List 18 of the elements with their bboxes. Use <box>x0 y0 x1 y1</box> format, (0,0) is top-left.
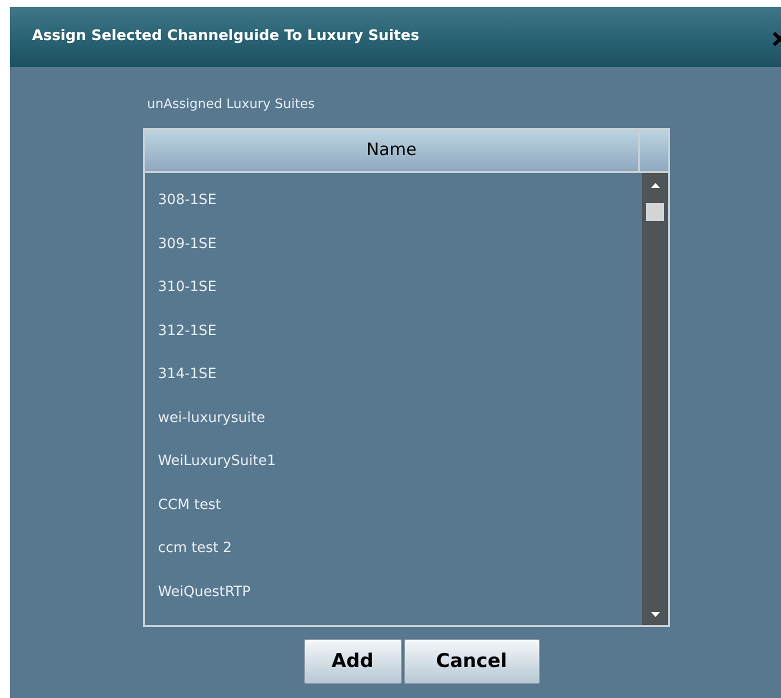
window-title: Assign Selected Channelguide To Luxury Suites <box>32 27 420 46</box>
list-item[interactable]: WeiQuestRTP <box>158 582 251 603</box>
list-item[interactable]: 308-1SE <box>158 190 216 212</box>
list-item[interactable]: wei-luxurysuite <box>158 408 266 429</box>
list-item[interactable]: 310-1SE <box>158 277 216 298</box>
list-item[interactable]: 312-1SE <box>158 320 216 342</box>
list-item[interactable]: ccm test 2 <box>158 538 232 560</box>
list-item[interactable]: 314-1SE <box>158 364 216 386</box>
scroll-thumb[interactable] <box>646 203 664 221</box>
scroll-up-icon[interactable] <box>651 183 660 188</box>
cancel-button[interactable]: Cancel <box>404 639 540 684</box>
list-item[interactable]: 309-1SE <box>158 234 216 255</box>
scrollbar[interactable] <box>642 173 668 625</box>
list-item[interactable]: CCM test <box>158 494 221 516</box>
list-item[interactable]: WeiLuxurySuite1 <box>158 451 276 472</box>
add-button[interactable]: Add <box>304 639 402 684</box>
list-label: unAssigned Luxury Suites <box>147 97 315 112</box>
scroll-down-icon[interactable] <box>651 612 660 617</box>
